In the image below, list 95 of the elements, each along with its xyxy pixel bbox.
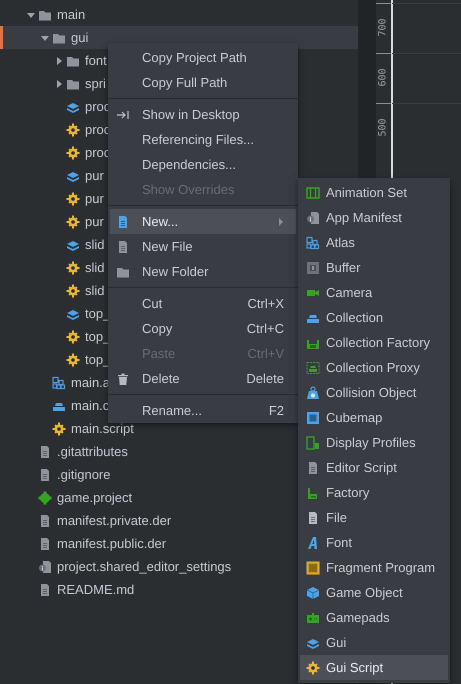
document-icon bbox=[116, 240, 130, 254]
tree-item[interactable]: top_ bbox=[0, 348, 110, 371]
devices-icon bbox=[306, 436, 320, 450]
tree-item[interactable]: .gitignore bbox=[0, 463, 110, 486]
menu-item[interactable]: Camera bbox=[300, 280, 448, 305]
shortcut-label: Delete bbox=[246, 371, 284, 386]
tree-item[interactable]: slid bbox=[0, 279, 105, 302]
cube-icon bbox=[306, 586, 320, 600]
grid-icon bbox=[52, 376, 66, 390]
tree-item[interactable]: .gitattributes bbox=[0, 440, 128, 463]
expand-arrow-icon[interactable] bbox=[54, 78, 64, 88]
menu-item[interactable]: Game Object bbox=[300, 580, 448, 605]
menu-item[interactable]: New File bbox=[110, 234, 296, 259]
menu-item[interactable]: App Manifest bbox=[300, 205, 448, 230]
gamepad-icon bbox=[306, 610, 320, 624]
menu-item[interactable]: Animation Set bbox=[300, 180, 448, 205]
menu-item[interactable]: Buffer bbox=[300, 255, 448, 280]
tree-item[interactable]: slid bbox=[0, 233, 105, 256]
document-icon bbox=[306, 460, 320, 474]
document-icon bbox=[38, 468, 52, 482]
menu-item[interactable]: Gui bbox=[300, 630, 448, 655]
document-icon bbox=[38, 582, 52, 596]
menu-item[interactable]: Atlas bbox=[300, 230, 448, 255]
menu-item[interactable]: Collection Factory bbox=[300, 330, 448, 355]
cog-icon bbox=[38, 490, 52, 504]
menu-item[interactable]: Cut Ctrl+X bbox=[110, 291, 296, 316]
cube-frame-icon bbox=[306, 410, 320, 424]
grid-icon bbox=[306, 236, 320, 250]
menu-item[interactable]: Editor Script bbox=[300, 455, 448, 480]
gear-icon bbox=[66, 284, 80, 298]
menu-item[interactable]: Collection bbox=[300, 305, 448, 330]
tree-item[interactable]: main.c bbox=[0, 394, 110, 417]
document-icon bbox=[38, 514, 52, 528]
menu-item[interactable]: Gamepads bbox=[300, 605, 448, 630]
ruler-label: 600 bbox=[378, 67, 388, 89]
menu-item[interactable]: Copy Ctrl+C bbox=[110, 316, 296, 341]
trash-icon bbox=[116, 372, 130, 386]
gear-icon bbox=[66, 192, 80, 206]
gear-icon bbox=[66, 122, 80, 136]
menu-item[interactable]: Display Profiles bbox=[300, 430, 448, 455]
settings-document-icon bbox=[306, 210, 320, 224]
tree-item[interactable]: game.project bbox=[0, 486, 132, 509]
menu-item[interactable]: Collision Object bbox=[300, 380, 448, 405]
dashed-tray-icon bbox=[306, 360, 320, 374]
menu-item[interactable]: Font bbox=[300, 530, 448, 555]
expand-arrow-icon[interactable] bbox=[54, 56, 64, 66]
gear-icon bbox=[66, 214, 80, 228]
tree-item[interactable]: spri bbox=[0, 72, 106, 95]
shortcut-label: Ctrl+X bbox=[248, 296, 284, 311]
tree-item[interactable]: main bbox=[0, 3, 86, 26]
tree-item[interactable]: slid bbox=[0, 256, 105, 279]
document-icon bbox=[38, 536, 52, 550]
document-icon bbox=[116, 214, 130, 228]
menu-item[interactable]: New... bbox=[110, 209, 296, 234]
tree-item[interactable]: top_ bbox=[0, 325, 110, 348]
menu-item[interactable]: Gui Script bbox=[300, 655, 448, 680]
gear-icon bbox=[66, 146, 80, 160]
menu-item[interactable]: Factory bbox=[300, 480, 448, 505]
menu-item[interactable]: File bbox=[300, 505, 448, 530]
tree-item[interactable]: pur bbox=[0, 210, 104, 233]
ruler-label: 700 bbox=[378, 17, 388, 39]
menu-item[interactable]: New Folder bbox=[110, 259, 296, 284]
letter-icon bbox=[306, 536, 320, 550]
tree-item[interactable]: top_ bbox=[0, 302, 110, 325]
menu-item[interactable]: Referencing Files... bbox=[110, 127, 296, 152]
document-icon bbox=[38, 444, 52, 458]
tree-item[interactable]: pur bbox=[0, 187, 104, 210]
tree-item[interactable]: manifest.public.der bbox=[0, 532, 166, 555]
menu-item[interactable]: Fragment Program bbox=[300, 555, 448, 580]
shortcut-label: Ctrl+C bbox=[246, 321, 284, 336]
gear-icon bbox=[66, 330, 80, 344]
ruler-label: 500 bbox=[378, 117, 388, 139]
grid-block-icon bbox=[306, 260, 320, 274]
menu-item[interactable]: Dependencies... bbox=[110, 152, 296, 177]
menu-item[interactable]: Delete Delete bbox=[110, 366, 296, 391]
tree-item[interactable]: project.shared_editor_settings bbox=[0, 555, 232, 578]
tree-item[interactable]: font bbox=[0, 49, 107, 72]
square-gradient-icon bbox=[306, 560, 320, 574]
document-icon bbox=[306, 510, 320, 524]
menu-item[interactable]: Copy Full Path bbox=[110, 70, 296, 95]
factory-icon bbox=[306, 486, 320, 500]
menu-item[interactable]: Cubemap bbox=[300, 405, 448, 430]
tree-item[interactable]: manifest.private.der bbox=[0, 509, 172, 532]
menu-item[interactable]: Collection Proxy bbox=[300, 355, 448, 380]
tree-item[interactable]: README.md bbox=[0, 578, 134, 601]
shortcut-label: F2 bbox=[268, 403, 284, 418]
weight-icon bbox=[306, 386, 320, 400]
tree-item[interactable]: pur bbox=[0, 164, 104, 187]
gear-icon bbox=[306, 660, 320, 674]
settings-document-icon bbox=[38, 560, 52, 574]
gear-icon bbox=[66, 260, 80, 274]
film-icon bbox=[306, 186, 320, 200]
gear-icon bbox=[66, 352, 80, 366]
gear-icon bbox=[52, 422, 66, 436]
menu-item[interactable]: Show in Desktop bbox=[110, 102, 296, 127]
